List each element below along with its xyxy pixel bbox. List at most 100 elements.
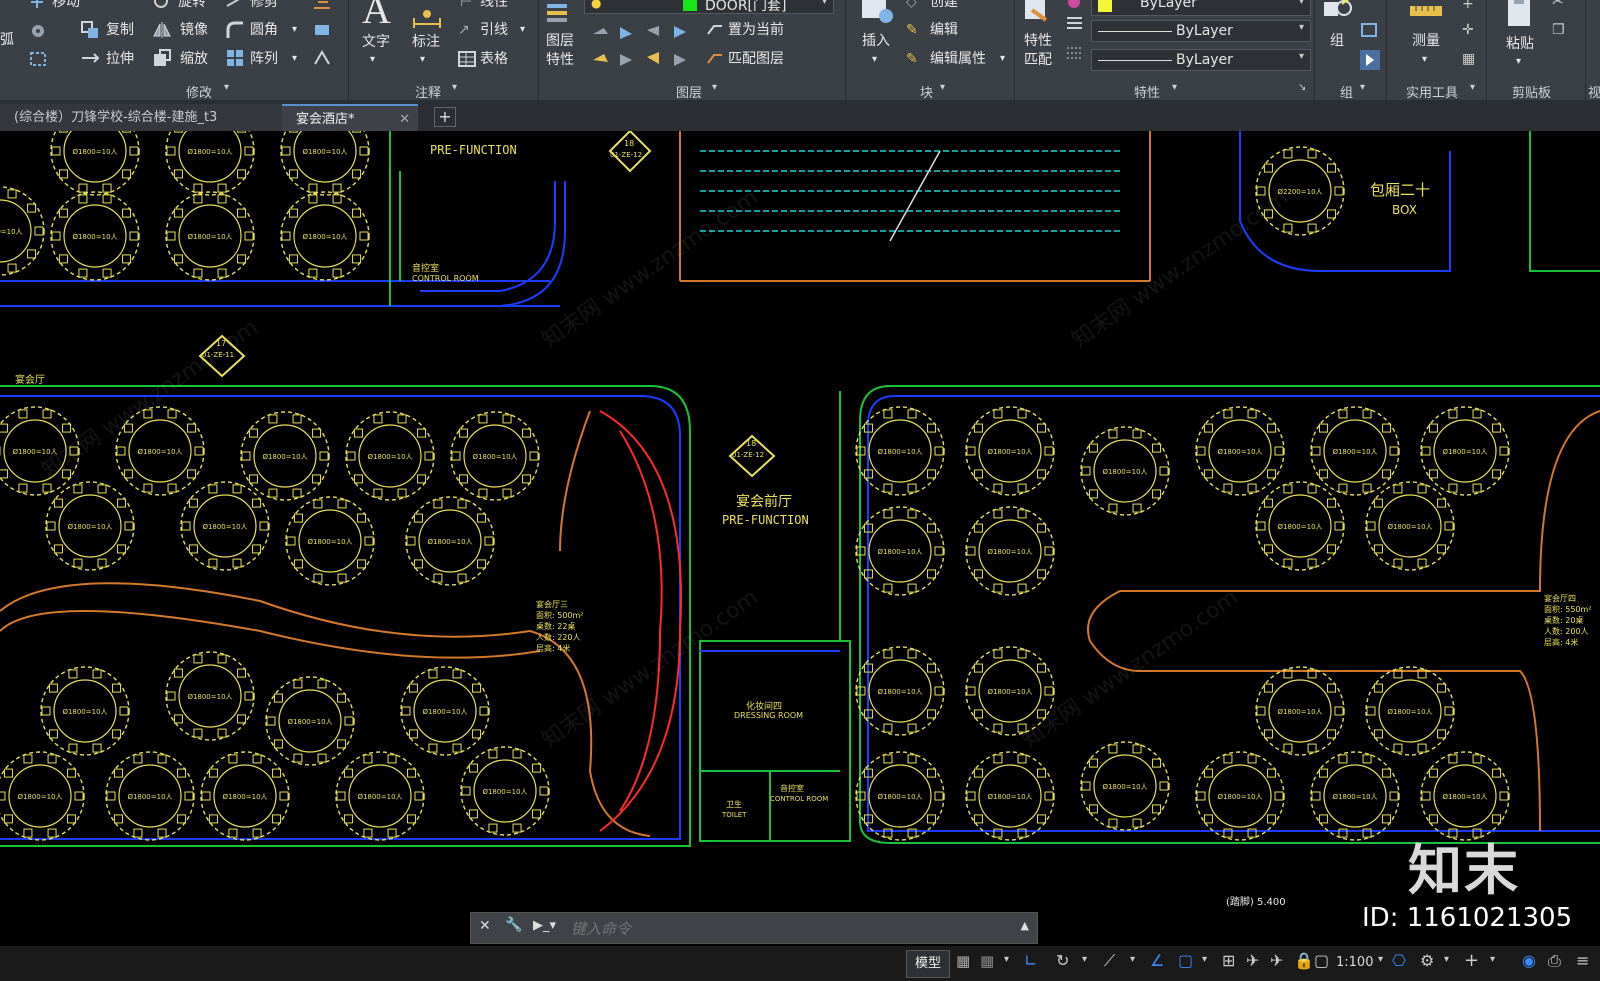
annotation-visibility-icon[interactable]: ✈: [1270, 951, 1283, 970]
text-icon[interactable]: A: [362, 0, 391, 30]
linear-icon[interactable]: ⊢: [460, 0, 472, 10]
mirror-button[interactable]: 镜像: [180, 22, 208, 38]
measure-dropdown-icon[interactable]: ▾: [1422, 52, 1427, 68]
match-layer-button[interactable]: 匹配图层: [728, 51, 784, 67]
edit-attributes-icon[interactable]: ✎: [906, 51, 918, 67]
new-tab-button[interactable]: +: [434, 107, 456, 127]
command-input[interactable]: [569, 917, 1003, 941]
file-tab-banquet-hotel[interactable]: 宴会酒店* ✕: [282, 104, 418, 131]
fillet-icon[interactable]: [225, 20, 247, 40]
model-tab[interactable]: 模型: [906, 950, 950, 978]
text-dropdown-icon[interactable]: ▾: [370, 52, 375, 68]
array-button[interactable]: 阵列: [250, 51, 278, 67]
polar-icon[interactable]: ↻: [1056, 951, 1069, 970]
osnap-dropdown-icon[interactable]: ▾: [1202, 954, 1207, 965]
rotate-icon[interactable]: [152, 0, 170, 10]
paste-dropdown-icon[interactable]: ▾: [1516, 54, 1521, 70]
ungroup-icon[interactable]: [1360, 22, 1378, 38]
erase-icon[interactable]: [312, 0, 334, 12]
settings-dropdown-icon[interactable]: ▾: [1444, 954, 1449, 965]
layer-properties-label-2[interactable]: 特性: [546, 52, 574, 68]
copy-button[interactable]: 复制: [106, 22, 134, 38]
groups-group-label[interactable]: 组: [1340, 82, 1353, 101]
mirror-icon[interactable]: [152, 20, 174, 40]
array-icon[interactable]: [225, 48, 247, 68]
properties-dialog-launcher-icon[interactable]: ↘: [1298, 82, 1306, 93]
paste-button[interactable]: 粘贴: [1506, 36, 1534, 52]
calculator-icon[interactable]: ▦: [1462, 51, 1475, 67]
utilities-group-dropdown-icon[interactable]: ▾: [1470, 82, 1475, 93]
layer-properties-icon[interactable]: [545, 0, 571, 26]
lineweight-toggle-icon[interactable]: ⊞: [1222, 951, 1235, 970]
layer-tools-icons[interactable]: [590, 22, 700, 72]
insert-block-icon[interactable]: [858, 0, 894, 26]
match-properties-label-2[interactable]: 匹配: [1024, 52, 1052, 68]
add-icon[interactable]: +: [1464, 950, 1479, 971]
insert-dropdown-icon[interactable]: ▾: [872, 52, 877, 68]
layer-properties-label-1[interactable]: 图层: [546, 33, 574, 49]
annotation-scale-value[interactable]: 1:100: [1336, 955, 1373, 970]
measure-icon[interactable]: [1408, 0, 1444, 24]
group-icon[interactable]: [1322, 0, 1354, 26]
properties-group-label[interactable]: 特性: [1134, 82, 1160, 101]
lock-icon[interactable]: 🔒: [1294, 951, 1314, 970]
close-tab-icon[interactable]: ✕: [399, 106, 410, 133]
wrench-icon[interactable]: 🔧: [505, 917, 522, 933]
block-group-label[interactable]: 块: [920, 82, 933, 101]
layers-group-label[interactable]: 图层: [676, 82, 702, 101]
create-block-button[interactable]: 创建: [930, 0, 958, 10]
edit-attributes-button[interactable]: 编辑属性: [930, 51, 986, 67]
layers-group-dropdown-icon[interactable]: ▾: [712, 82, 717, 93]
polar-dropdown-icon[interactable]: ▾: [1082, 954, 1087, 965]
leader-icon[interactable]: ↗: [458, 22, 470, 38]
edit-block-icon[interactable]: ✎: [906, 22, 918, 38]
table-icon[interactable]: [458, 51, 476, 67]
properties-group-dropdown-icon[interactable]: ▾: [1172, 82, 1177, 93]
stretch-button[interactable]: 拉伸: [106, 51, 134, 67]
edit-attributes-dropdown-icon[interactable]: ▾: [1000, 51, 1005, 67]
viewport-icon[interactable]: ▢: [1314, 951, 1329, 970]
group-button[interactable]: 组: [1330, 33, 1344, 49]
scale-button[interactable]: 缩放: [180, 51, 208, 67]
dimension-icon[interactable]: [412, 4, 442, 28]
table-button[interactable]: 表格: [480, 51, 508, 67]
match-properties-label-1[interactable]: 特性: [1024, 33, 1052, 49]
copy-icon[interactable]: [80, 20, 102, 40]
gear-tool-icon[interactable]: [28, 22, 50, 40]
snap-dropdown-icon[interactable]: ▾: [1004, 954, 1009, 965]
trim-button[interactable]: 修剪: [250, 0, 278, 10]
trim-icon[interactable]: [225, 0, 243, 10]
move-icon[interactable]: [28, 0, 46, 10]
scale-dropdown-icon[interactable]: ▾: [1378, 954, 1383, 965]
clipboard-group-label[interactable]: 剪贴板: [1512, 82, 1551, 101]
drawing-canvas[interactable]: Ø1800=10人 Ø1800=10人 Ø1800=10人 Ø1800=10人 Ø180…: [0, 131, 1600, 946]
fillet-button[interactable]: 圆角: [250, 22, 278, 38]
linetype-dropdown[interactable]: ByLayer ▾: [1091, 20, 1311, 42]
move-button[interactable]: 移动: [52, 0, 80, 10]
group-selection-icon[interactable]: [1360, 50, 1380, 70]
set-current-button[interactable]: 置为当前: [728, 22, 784, 38]
utilities-group-label[interactable]: 实用工具: [1406, 82, 1458, 101]
linear-button[interactable]: 线性: [480, 0, 508, 10]
cut-icon[interactable]: ✂: [1552, 0, 1564, 10]
ortho-icon[interactable]: ∟: [1024, 951, 1037, 970]
select-window-icon[interactable]: [28, 50, 50, 68]
color-dropdown[interactable]: ByLayer ▾: [1091, 0, 1311, 16]
leader-dropdown-icon[interactable]: ▾: [520, 22, 525, 38]
isodraft-dropdown-icon[interactable]: ▾: [1130, 954, 1135, 965]
fillet-dropdown-icon[interactable]: ▾: [292, 22, 297, 38]
property-icons[interactable]: [1064, 0, 1086, 70]
view-group-label[interactable]: 视: [1588, 82, 1600, 101]
osnap-icon[interactable]: ▢: [1178, 951, 1193, 970]
modify-group-dropdown-icon[interactable]: ▾: [224, 82, 229, 93]
settings-gear-icon[interactable]: ⚙: [1420, 951, 1434, 970]
paste-icon[interactable]: [1506, 0, 1534, 28]
dimension-button[interactable]: 标注: [412, 34, 440, 50]
add-dropdown-icon[interactable]: ▾: [1490, 954, 1495, 965]
insert-button[interactable]: 插入: [862, 33, 890, 49]
measure-button[interactable]: 测量: [1412, 33, 1440, 49]
grid-icon[interactable]: ▦: [956, 952, 970, 970]
create-block-icon[interactable]: ◇: [906, 0, 917, 10]
locate-icon[interactable]: ✛: [1462, 22, 1474, 38]
snap-icon[interactable]: ▦: [980, 952, 994, 970]
